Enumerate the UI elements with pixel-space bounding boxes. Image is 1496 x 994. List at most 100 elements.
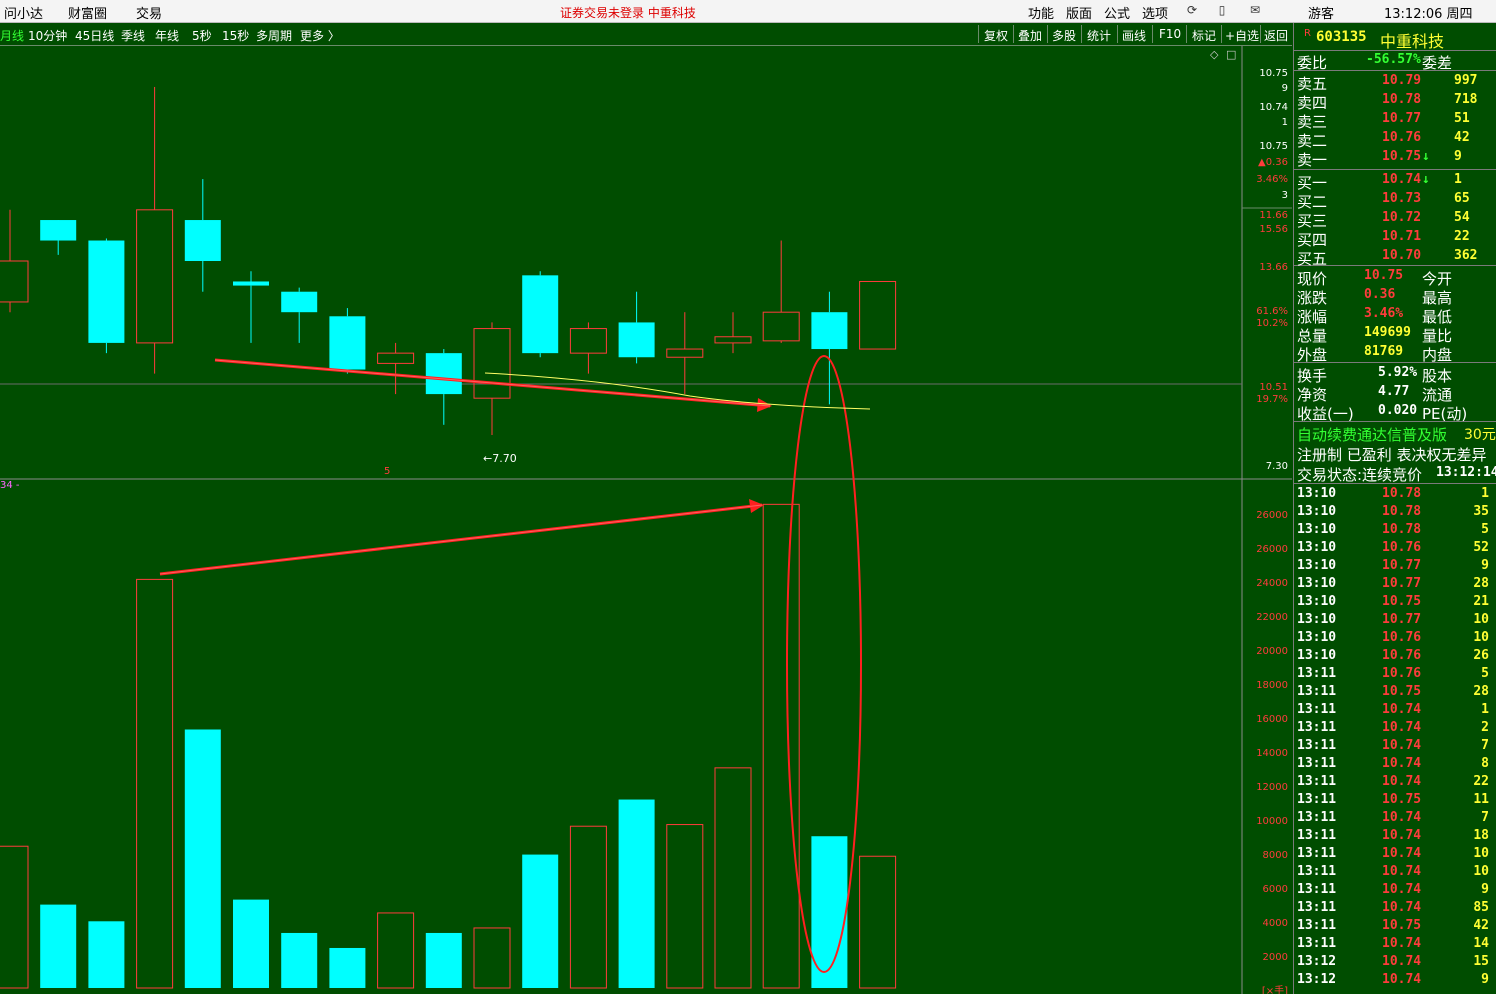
promo-row[interactable]: 自动续费通达信普及版 30元	[1294, 423, 1496, 444]
kline-chart-area[interactable]: 10.75 9 10.74 1 10.75 ▲0.36 3.46% 3 11.66 15.56 13…	[0, 46, 1292, 994]
tick-row: 13:11 10.75 42	[1294, 917, 1496, 935]
candle	[762, 240, 800, 343]
tick-row: 13:11 10.75 28	[1294, 683, 1496, 701]
tick-price: 10.77	[1382, 612, 1422, 627]
bid-row: 买二 10.73 65	[1294, 190, 1496, 211]
tick-price: 10.74	[1382, 720, 1422, 735]
period-10min[interactable]: 10分钟	[28, 27, 67, 44]
tick-volume: 28	[1473, 576, 1489, 591]
tick-price: 10.74	[1382, 738, 1422, 753]
tick-price: 10.75	[1382, 918, 1422, 933]
stat2-value: 5.92%	[1378, 365, 1418, 380]
volume-bar	[859, 855, 897, 989]
tick-volume: 26	[1473, 648, 1489, 663]
tick-volume: 9	[1481, 882, 1489, 897]
tick-price: 10.77	[1382, 558, 1422, 573]
tick-time: 13:11	[1297, 720, 1337, 735]
tick-row: 13:10 10.75 21	[1294, 593, 1496, 611]
tick-volume: 10	[1473, 612, 1489, 627]
volume-bar	[569, 825, 607, 989]
r-badge-icon: R	[1304, 28, 1311, 39]
volume-tick: 14000	[1256, 748, 1288, 759]
menu-formula[interactable]: 公式	[1104, 3, 1130, 22]
volume-bar	[762, 503, 800, 989]
tick-time: 13:11	[1297, 918, 1337, 933]
stat-value: 149699	[1364, 325, 1411, 340]
tick-price: 10.76	[1382, 648, 1422, 663]
guest-label[interactable]: 游客	[1308, 3, 1334, 22]
period-year[interactable]: 年线	[155, 27, 179, 44]
volume-tick: 6000	[1263, 884, 1288, 895]
period-quarter[interactable]: 季线	[121, 27, 145, 44]
tick-price: 10.74	[1382, 936, 1422, 951]
period-15s[interactable]: 15秒	[222, 27, 249, 44]
tool-mark[interactable]: 标记	[1192, 27, 1216, 44]
menu-options[interactable]: 选项	[1142, 3, 1168, 22]
phone-icon[interactable]: ▯	[1215, 3, 1229, 17]
tick-volume: 7	[1481, 810, 1489, 825]
window-icon: □	[1226, 48, 1236, 61]
tool-add-watchlist[interactable]: +自选	[1225, 27, 1259, 44]
tick-row: 13:11 10.74 2	[1294, 719, 1496, 737]
ask-volume: 718	[1454, 92, 1478, 107]
volume-tick: 26000	[1256, 510, 1288, 521]
tool-draw-line[interactable]: 画线	[1122, 27, 1146, 44]
tool-stats[interactable]: 统计	[1087, 27, 1111, 44]
volume-bar	[0, 845, 29, 989]
refresh-icon[interactable]: ⟳	[1185, 3, 1199, 17]
price-candles	[0, 86, 897, 436]
volume-tick: 26000	[1256, 544, 1288, 555]
candle	[569, 322, 607, 374]
kline-chart-svg[interactable]: 10.75 9 10.74 1 10.75 ▲0.36 3.46% 3 11.66 15.56 13…	[0, 46, 1292, 994]
tick-time: 13:11	[1297, 846, 1337, 861]
period-45day[interactable]: 45日线	[75, 27, 114, 44]
volume-tick: 4000	[1263, 918, 1288, 929]
candle	[233, 271, 269, 343]
ask-flag-icon: ↓	[1422, 149, 1430, 164]
stat-value: 0.36	[1364, 287, 1396, 302]
stat2-row: 换手 5.92% 股本	[1294, 364, 1496, 385]
candle	[473, 322, 511, 436]
quote-panel: R 603135 中重科技 委比 -56.57% 委差 自动续费通达信普及版 3…	[1293, 23, 1496, 994]
volume-bar	[425, 932, 462, 988]
mail-icon[interactable]: ✉	[1248, 3, 1262, 17]
volume-tick: 18000	[1256, 680, 1288, 691]
menu-wenxiaoda[interactable]: 问小达	[4, 3, 43, 22]
candle	[88, 238, 125, 354]
price-tick: 10.75	[1259, 68, 1288, 79]
ask-price: 10.76	[1382, 130, 1422, 145]
stat-row: 总量 149699 量比	[1294, 324, 1496, 345]
tick-row: 13:10 10.78 5	[1294, 521, 1496, 539]
tick-volume: 11	[1473, 792, 1489, 807]
volume-tick: 12000	[1256, 782, 1288, 793]
period-multi[interactable]: 多周期	[256, 27, 292, 44]
tick-volume: 28	[1473, 684, 1489, 699]
tick-row: 13:10 10.76 52	[1294, 539, 1496, 557]
tool-multi-stock[interactable]: 多股	[1052, 27, 1076, 44]
menu-caifuquan[interactable]: 财富圈	[68, 3, 107, 22]
stat-row: 涨跌 0.36 最高	[1294, 286, 1496, 307]
stat2-row: 收益(一) 0.020 PE(动)	[1294, 402, 1496, 423]
period-monthly[interactable]: 月线	[0, 27, 24, 44]
tick-row: 13:10 10.76 10	[1294, 629, 1496, 647]
tool-overlay[interactable]: 叠加	[1018, 27, 1042, 44]
volume-bar	[233, 899, 269, 988]
period-5s[interactable]: 5秒	[192, 27, 212, 44]
tool-back[interactable]: 返回	[1264, 27, 1288, 44]
bid-row: 买三 10.72 54	[1294, 209, 1496, 230]
menu-trade[interactable]: 交易	[136, 3, 162, 22]
tick-row: 13:11 10.74 9	[1294, 881, 1496, 899]
login-status-text: 证券交易未登录 中重科技	[560, 6, 696, 20]
diamond-icon: ◇	[1210, 48, 1219, 61]
ask-price: 10.79	[1382, 73, 1422, 88]
period-more[interactable]: 更多 〉	[300, 27, 340, 44]
price-tick: 13.66	[1259, 262, 1288, 273]
menu-layout[interactable]: 版面	[1066, 3, 1092, 22]
tick-volume: 5	[1481, 666, 1489, 681]
tick-volume: 10	[1473, 630, 1489, 645]
tool-f10[interactable]: F10	[1159, 27, 1181, 41]
menu-function[interactable]: 功能	[1028, 3, 1054, 22]
volume-bar	[666, 824, 704, 989]
tool-fuquan[interactable]: 复权	[984, 27, 1008, 44]
ask-price: 10.75	[1382, 149, 1422, 164]
